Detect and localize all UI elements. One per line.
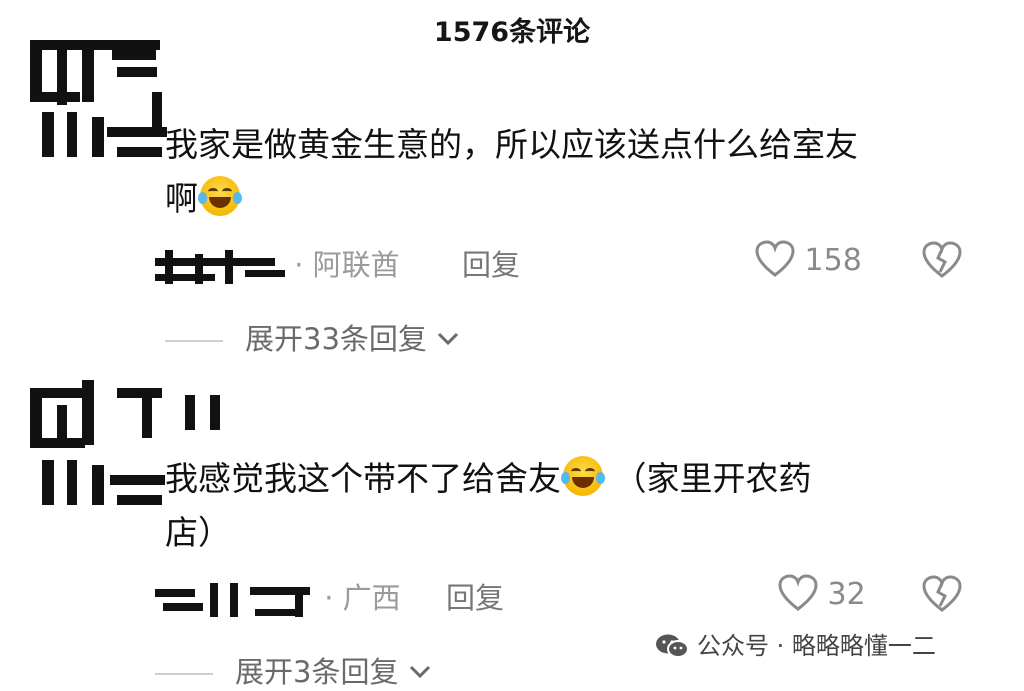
heart-icon [755,240,795,277]
laughing-rolling-emoji-icon [198,176,242,216]
chevron-down-icon [438,332,459,346]
location-label: · 广西 [324,581,401,615]
divider-line [165,340,223,342]
avatar[interactable] [22,32,172,162]
dislike-button[interactable] [921,240,963,284]
location-label: · 阿联酋 [294,248,400,282]
like-count: 158 [804,243,862,278]
reply-button[interactable]: 回复 [446,575,504,617]
broken-heart-icon [922,575,962,612]
avatar[interactable] [22,380,172,510]
watermark: 公众号 · 略略略懂一二 [655,626,936,661]
expand-replies-button[interactable]: 展开33条回复 [165,316,460,358]
username-censored[interactable] [155,250,285,284]
comment-text-continued: 啊 [165,172,242,226]
comment-meta: · 广西 [155,575,401,617]
like-count: 32 [827,577,866,612]
comment-text-continued: 店） [165,513,231,552]
comment-text: 我家是做黄金生意的，所以应该送点什么给室友 [165,125,858,164]
comment-text: 我感觉我这个带不了给舍友 （家里开农药 [165,452,812,506]
username-censored[interactable] [155,583,315,617]
tears-of-joy-emoji-icon [561,456,605,496]
like-button[interactable]: 158 [755,240,862,278]
like-button[interactable]: 32 [778,574,866,612]
chevron-down-icon [409,665,430,679]
reply-button[interactable]: 回复 [462,242,520,284]
comment-meta: · 阿联酋 [155,242,400,284]
divider-line [155,673,213,675]
wechat-icon [655,633,689,659]
dislike-button[interactable] [921,574,963,618]
expand-replies-button[interactable]: 展开3条回复 [155,649,432,691]
avatar-fragment [185,395,225,435]
heart-icon [778,574,818,611]
broken-heart-icon [922,241,962,278]
